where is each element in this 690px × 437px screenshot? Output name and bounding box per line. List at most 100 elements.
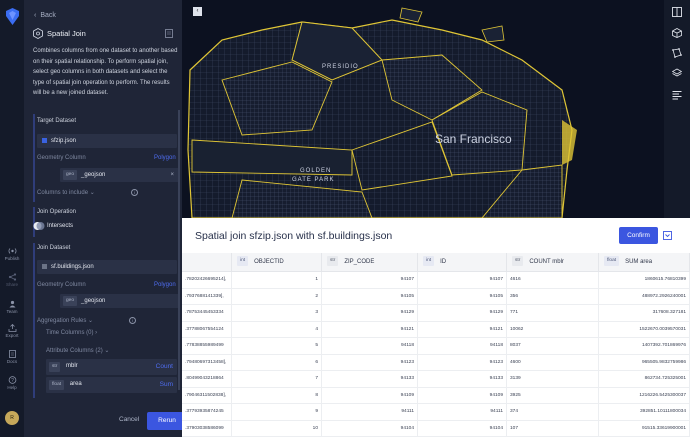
table-cell[interactable]: .80499043218864	[182, 371, 232, 388]
table-cell[interactable]: 965505.9832759986	[599, 354, 690, 371]
table-cell[interactable]: 1522670.0039570031	[599, 321, 690, 338]
rail-help[interactable]: ? Help	[0, 376, 24, 390]
columns-to-include-toggle[interactable]: Columns to include ⌄	[37, 189, 95, 196]
app-logo-icon[interactable]	[5, 8, 20, 25]
table-cell[interactable]: .37903038586099	[182, 420, 232, 437]
table-row[interactable]: .80499043218864 7 94133 94133 3139 862734.725…	[182, 371, 690, 388]
aggregation-rule-row[interactable]: str mblr Count	[46, 359, 177, 375]
table-cell[interactable]: 2	[232, 288, 322, 305]
table-cell[interactable]: 8037	[507, 338, 599, 355]
table-row[interactable]: .37793935874245 9 94111 94111 374 392851.1011…	[182, 404, 690, 421]
map-layers-icon[interactable]	[672, 68, 682, 78]
table-cell[interactable]: .78753445453334	[182, 305, 232, 322]
column-header[interactable]: str COUNT mblr	[507, 253, 599, 272]
table-cell[interactable]: 94111	[418, 404, 507, 421]
table-cell[interactable]: .79480697313458],	[182, 354, 232, 371]
table-row[interactable]: .78753445453334 3 94129 94129 771 317608.3271…	[182, 305, 690, 322]
table-cell[interactable]: 392851.10111800034	[599, 404, 690, 421]
split-view-icon[interactable]	[672, 7, 682, 17]
back-button[interactable]: ‹ Back	[34, 12, 56, 19]
table-row[interactable]: .78202426695214], 1 94107 94107 4616 1860615.…	[182, 272, 690, 289]
rail-team[interactable]: Team	[0, 300, 24, 314]
rule-aggregation[interactable]: Sum	[160, 377, 173, 393]
table-cell[interactable]: .78202426695214],	[182, 272, 232, 289]
table-cell[interactable]: 94121	[418, 321, 507, 338]
legend-list-icon[interactable]	[672, 90, 682, 100]
table-cell[interactable]: 94105	[322, 288, 418, 305]
column-header[interactable]	[182, 253, 232, 272]
join-geometry-select[interactable]: geo _geojson	[60, 294, 179, 308]
table-cell[interactable]: 107	[507, 420, 599, 437]
table-cell[interactable]: 94107	[322, 272, 418, 289]
panel-scrollbar[interactable]	[178, 110, 180, 390]
table-cell[interactable]: 356	[507, 288, 599, 305]
table-cell[interactable]: 94107	[418, 272, 507, 289]
table-cell[interactable]: 1860615.76810399	[599, 272, 690, 289]
table-cell[interactable]: 1407392.701869976	[599, 338, 690, 355]
table-cell[interactable]: .37793935874245	[182, 404, 232, 421]
table-cell[interactable]: 3	[232, 305, 322, 322]
table-row[interactable]: .37903038586099 10 94104 94104 107 91515.3361…	[182, 420, 690, 437]
table-cell[interactable]: 94123	[322, 354, 418, 371]
attribute-columns-toggle[interactable]: Attribute Columns (2) ⌄	[46, 347, 109, 354]
join-operation-select[interactable]: Intersects	[33, 219, 179, 233]
table-cell[interactable]: 94133	[322, 371, 418, 388]
table-cell[interactable]: 4616	[507, 272, 599, 289]
table-cell[interactable]: 94109	[322, 387, 418, 404]
table-cell[interactable]: 374	[507, 404, 599, 421]
table-cell[interactable]: 94118	[322, 338, 418, 355]
table-cell[interactable]: 91515.33619900001	[599, 420, 690, 437]
table-cell[interactable]: 4600	[507, 354, 599, 371]
table-cell[interactable]: .79046311502838],	[182, 387, 232, 404]
table-cell[interactable]: 94133	[418, 371, 507, 388]
cancel-button[interactable]: Cancel	[119, 416, 139, 423]
rail-docs[interactable]: Docs	[0, 350, 24, 364]
table-cell[interactable]: 6	[232, 354, 322, 371]
column-header[interactable]: float SUM area	[599, 253, 690, 272]
target-geometry-select[interactable]: geo _geojson ×	[60, 168, 179, 182]
rule-aggregation[interactable]: Count	[156, 359, 173, 375]
table-cell[interactable]: 8	[232, 387, 322, 404]
column-header[interactable]: int ID	[418, 253, 507, 272]
table-cell[interactable]: 94104	[418, 420, 507, 437]
table-cell[interactable]: 9	[232, 404, 322, 421]
rail-publish[interactable]: Publish	[0, 247, 24, 261]
table-cell[interactable]: 10	[232, 420, 322, 437]
table-cell[interactable]: 10062	[507, 321, 599, 338]
table-cell[interactable]: 3139	[507, 371, 599, 388]
table-row[interactable]: .77838855989499 5 94118 94118 8037 1407392.70…	[182, 338, 690, 355]
table-cell[interactable]: 1216226.5425300037	[599, 387, 690, 404]
target-dataset-select[interactable]: sfzip.json	[37, 134, 177, 148]
rail-share[interactable]: Share	[0, 273, 24, 287]
table-cell[interactable]: 317608.327181	[599, 305, 690, 322]
aggregation-rule-row[interactable]: float area Sum	[46, 377, 177, 393]
table-cell[interactable]: 94129	[322, 305, 418, 322]
table-cell[interactable]: 94129	[418, 305, 507, 322]
avatar[interactable]: R	[5, 411, 19, 425]
draw-polygon-icon[interactable]	[672, 48, 682, 58]
table-cell[interactable]: 771	[507, 305, 599, 322]
table-cell[interactable]: 94123	[418, 354, 507, 371]
table-row[interactable]: .37788067554124 4 94121 94121 10062 1522670.0…	[182, 321, 690, 338]
results-table[interactable]: int OBJECTID str ZIP_CODE int ID str COUNT m…	[182, 253, 690, 437]
table-cell[interactable]: .37788067554124	[182, 321, 232, 338]
confirm-button[interactable]: Confirm	[619, 227, 658, 244]
table-cell[interactable]: 1	[232, 272, 322, 289]
table-cell[interactable]: 94121	[322, 321, 418, 338]
join-dataset-select[interactable]: sf.buildings.json	[37, 260, 177, 274]
collapse-panel-button[interactable]: ‹	[193, 7, 202, 16]
column-header[interactable]: int OBJECTID	[232, 253, 322, 272]
rail-export[interactable]: Export	[0, 324, 24, 338]
collapse-table-icon[interactable]	[663, 231, 672, 240]
table-cell[interactable]: 7	[232, 371, 322, 388]
info-icon[interactable]: i	[129, 317, 136, 324]
table-cell[interactable]: 3925	[507, 387, 599, 404]
clear-icon[interactable]: ×	[170, 168, 174, 182]
table-cell[interactable]: 5	[232, 338, 322, 355]
table-cell[interactable]: 94111	[322, 404, 418, 421]
column-header[interactable]: str ZIP_CODE	[322, 253, 418, 272]
table-cell[interactable]: 94118	[418, 338, 507, 355]
table-cell[interactable]: 94109	[418, 387, 507, 404]
table-cell[interactable]: 4	[232, 321, 322, 338]
table-cell[interactable]: .77838855989499	[182, 338, 232, 355]
